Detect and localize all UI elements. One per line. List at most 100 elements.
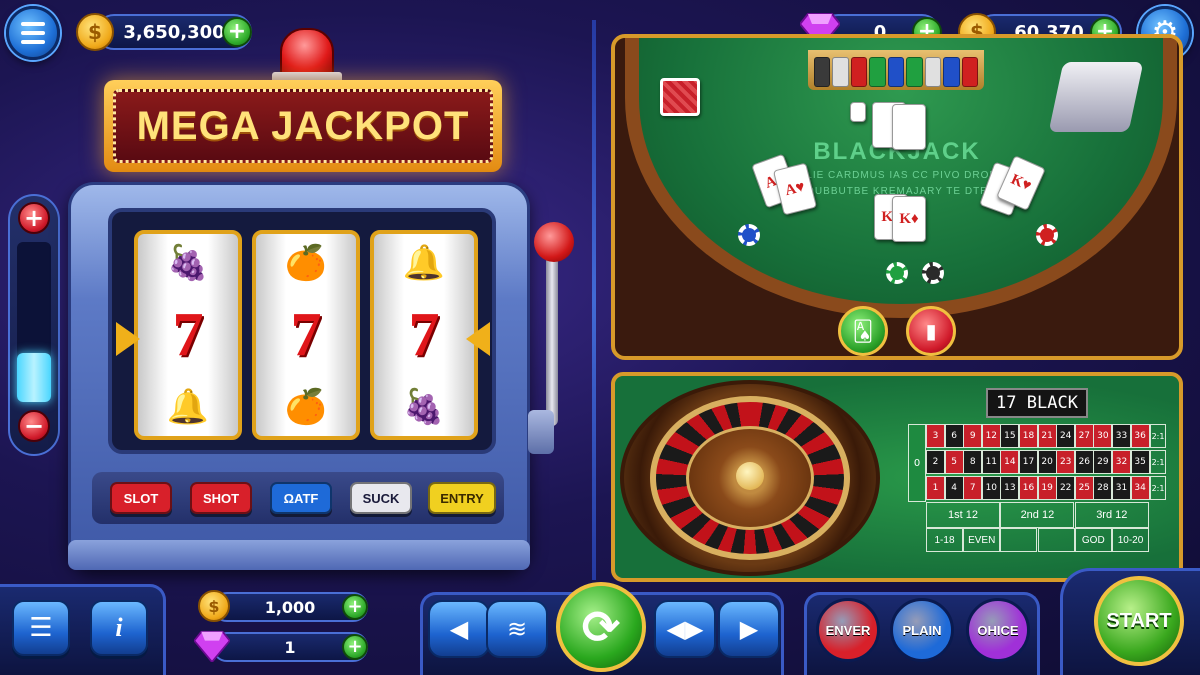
roulette-number-cell[interactable]: 23 xyxy=(1056,450,1076,474)
stand-button[interactable]: ▮ xyxy=(906,306,956,356)
roulette-number-cell[interactable]: 15 xyxy=(1000,424,1020,448)
lever-handle[interactable] xyxy=(534,222,574,262)
bet-chip xyxy=(1036,224,1058,246)
swap-icon: ◀▶ xyxy=(666,615,704,643)
roulette-number-cell[interactable]: 24 xyxy=(1056,424,1076,448)
shot-button[interactable]: SHOT xyxy=(190,482,252,514)
roulette-number-cell[interactable]: 29 xyxy=(1093,450,1113,474)
roulette-number-cell[interactable]: 36 xyxy=(1130,424,1150,448)
add-bet-coins-button[interactable]: + xyxy=(342,594,368,620)
roulette-outside-bet[interactable]: 1-18 xyxy=(926,528,963,552)
roulette-number-cell[interactable]: 13 xyxy=(1000,476,1020,500)
menu-button[interactable] xyxy=(6,6,60,60)
roulette-dozen-bet[interactable]: 2nd 12 xyxy=(1000,502,1075,528)
coin-icon: $ xyxy=(76,13,114,51)
stack-icon: ≋ xyxy=(506,615,528,643)
roulette-column-bet[interactable]: 2:1 xyxy=(1150,450,1166,474)
roulette-number-cell[interactable]: 32 xyxy=(1112,450,1131,474)
roulette-number-cell[interactable]: 33 xyxy=(1112,424,1131,448)
info-icon: i xyxy=(115,613,123,642)
roulette-number-cell[interactable]: 2 xyxy=(926,450,945,474)
roulette-number-cell[interactable]: 3 xyxy=(926,424,945,448)
discard-pile xyxy=(660,78,700,116)
next-button[interactable]: ▶ xyxy=(718,600,780,658)
volume-down-button[interactable]: − xyxy=(18,410,50,442)
roulette-number-cell[interactable]: 34 xyxy=(1130,476,1150,500)
roulette-number-cell[interactable]: 18 xyxy=(1019,424,1038,448)
gem-icon xyxy=(194,630,230,662)
roulette-number-cell[interactable]: 21 xyxy=(1037,424,1057,448)
enver-button[interactable]: ENVER xyxy=(816,598,880,662)
volume-up-button[interactable]: + xyxy=(18,202,50,234)
slot-button[interactable]: SLOT xyxy=(110,482,172,514)
roulette-number-cell[interactable]: 4 xyxy=(944,476,964,500)
start-button[interactable]: START xyxy=(1094,576,1184,666)
ohice-button[interactable]: OHICE xyxy=(966,598,1030,662)
roulette-number-cell[interactable]: 14 xyxy=(1000,450,1020,474)
add-coins-button[interactable]: + xyxy=(222,17,252,47)
roulette-number-cell[interactable]: 35 xyxy=(1130,450,1150,474)
bell-icon: 🔔 xyxy=(402,243,446,283)
arrow-left-icon: ◀ xyxy=(449,615,469,643)
roulette-number-cell[interactable]: 20 xyxy=(1037,450,1057,474)
roulette-number-cell[interactable]: 25 xyxy=(1074,476,1094,500)
roulette-number-cell[interactable]: 11 xyxy=(981,450,1001,474)
info-button[interactable]: i xyxy=(90,600,148,656)
roulette-number-cell[interactable]: 10 xyxy=(981,476,1001,500)
roulette-outside-bet[interactable] xyxy=(1037,528,1075,552)
roulette-number-cell[interactable]: 6 xyxy=(944,424,964,448)
card-icon: ▮ xyxy=(925,319,937,343)
machine-base xyxy=(68,540,530,570)
roulette-number-cell[interactable]: 22 xyxy=(1056,476,1076,500)
roulette-number-cell[interactable]: 7 xyxy=(963,476,983,500)
stack-button[interactable]: ≋ xyxy=(486,600,548,658)
roulette-outside-bet[interactable] xyxy=(1000,528,1038,552)
roulette-dozen-bet[interactable]: 1st 12 xyxy=(926,502,1000,528)
spin-button[interactable]: ⟳ xyxy=(556,582,646,672)
roulette-number-cell[interactable]: 27 xyxy=(1074,424,1094,448)
list-button[interactable]: ☰ xyxy=(12,600,70,656)
bet-coins-value: 1,000 xyxy=(264,597,316,617)
roulette-zero[interactable]: 0 xyxy=(908,424,926,502)
roulette-number-cell[interactable]: 31 xyxy=(1112,476,1131,500)
oatf-button[interactable]: ΩATF xyxy=(270,482,332,514)
roulette-number-cell[interactable]: 28 xyxy=(1093,476,1113,500)
card-shoe xyxy=(1048,62,1144,132)
volume-bar-fill xyxy=(17,353,51,402)
bet-chip xyxy=(738,224,760,246)
orange-icon: 🍊 xyxy=(284,387,328,427)
roulette-number-cell[interactable]: 9 xyxy=(963,424,983,448)
reel-3: 🔔 7 🍇 xyxy=(370,230,478,440)
roulette-outside-bet[interactable]: EVEN xyxy=(963,528,1001,552)
seven-symbol: 7 xyxy=(290,301,322,369)
roulette-column-bet[interactable]: 2:1 xyxy=(1150,476,1166,500)
plain-button[interactable]: PLAIN xyxy=(890,598,954,662)
roulette-number-cell[interactable]: 26 xyxy=(1074,450,1094,474)
roulette-column-bet[interactable]: 2:1 xyxy=(1150,424,1166,448)
swap-button[interactable]: ◀▶ xyxy=(654,600,716,658)
roulette-number-cell[interactable]: 17 xyxy=(1019,450,1038,474)
roulette-number-cell[interactable]: 30 xyxy=(1093,424,1113,448)
suck-button[interactable]: SUCK xyxy=(350,482,412,514)
bell-icon: 🔔 xyxy=(166,387,210,427)
roulette-number-cell[interactable]: 19 xyxy=(1037,476,1057,500)
orange-icon: 🍊 xyxy=(284,243,328,283)
roulette-number-cell[interactable]: 5 xyxy=(944,450,964,474)
lever-rod[interactable] xyxy=(546,256,558,426)
roulette-outside-bet[interactable]: GOD xyxy=(1074,528,1112,552)
prev-button[interactable]: ◀ xyxy=(428,600,490,658)
panel-divider xyxy=(592,20,596,580)
roulette-outside-bet[interactable]: 10-20 xyxy=(1112,528,1149,552)
roulette-number-cell[interactable]: 8 xyxy=(963,450,983,474)
jackpot-sign: MEGA JACKPOT xyxy=(104,80,502,172)
add-bet-gems-button[interactable]: + xyxy=(342,634,368,660)
dealer-card: A♣ xyxy=(892,104,926,150)
hit-button[interactable]: 🂡 xyxy=(838,306,888,356)
roulette-number-cell[interactable]: 1 xyxy=(926,476,945,500)
roulette-number-cell[interactable]: 16 xyxy=(1019,476,1038,500)
entry-button[interactable]: ENTRY xyxy=(428,482,496,514)
roulette-spindle xyxy=(736,462,764,490)
roulette-number-cell[interactable]: 12 xyxy=(981,424,1001,448)
roulette-dozen-bet[interactable]: 3rd 12 xyxy=(1074,502,1149,528)
bet-chip xyxy=(922,262,944,284)
